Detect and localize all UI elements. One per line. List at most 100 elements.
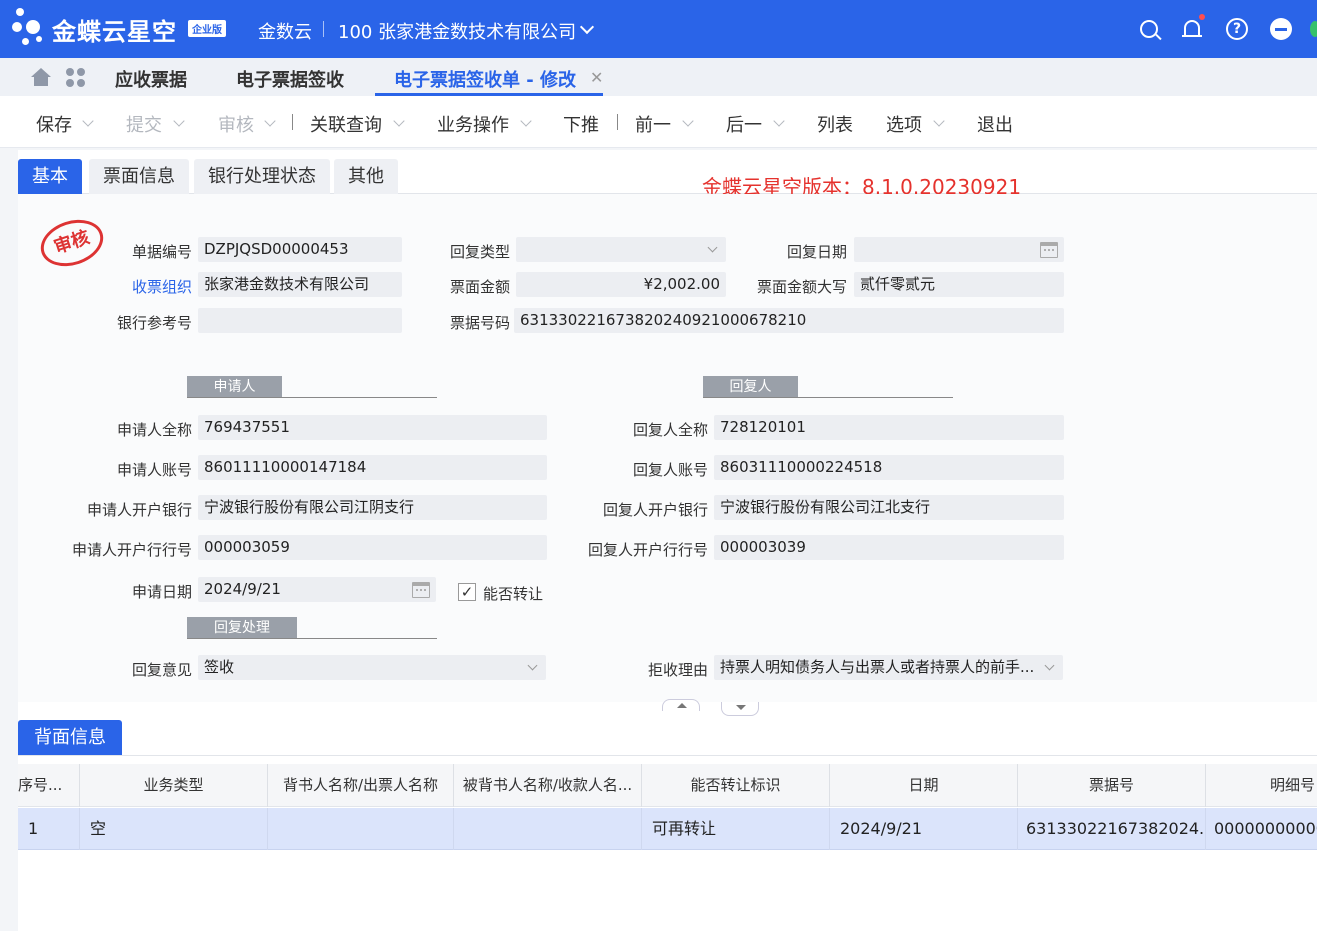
replier-name-label: 回复人全称: [632, 421, 708, 439]
amount-upper-field[interactable]: 贰仟零贰元: [854, 272, 1064, 297]
applicant-bank-no-field[interactable]: 000003059: [198, 535, 547, 560]
table-cell[interactable]: 63133022167382024...: [1018, 808, 1206, 850]
table-cell[interactable]: 00000000000: [1206, 808, 1317, 850]
table-row[interactable]: 1 空 可再转让 2024/9/21 63133022167382024... …: [18, 808, 1317, 850]
chevron-down-icon[interactable]: [773, 115, 785, 127]
reject-reason-label: 拒收理由: [647, 661, 708, 679]
table-cell[interactable]: 2024/9/21: [830, 808, 1018, 850]
replier-bank-label: 回复人开户银行: [602, 501, 708, 519]
column-header[interactable]: 业务类型: [80, 764, 268, 807]
table-cell[interactable]: [268, 808, 454, 850]
table-cell[interactable]: [454, 808, 642, 850]
bank-ref-field[interactable]: [198, 308, 402, 333]
reply-opinion-select[interactable]: 签收: [198, 655, 546, 680]
bill-code-label: 票据号码: [449, 314, 510, 332]
column-header[interactable]: 序号...: [18, 764, 80, 807]
tab-face-info[interactable]: 票面信息: [89, 159, 189, 194]
chevron-down-icon[interactable]: [579, 19, 595, 35]
reply-opinion-label: 回复意见: [131, 661, 192, 679]
replier-account-field[interactable]: 86031110000224518: [714, 455, 1064, 480]
options-button[interactable]: 选项: [886, 111, 922, 137]
applicant-name-field[interactable]: 769437551: [198, 415, 547, 440]
org-field[interactable]: 张家港金数技术有限公司: [198, 272, 402, 297]
chevron-down-icon: [1044, 660, 1055, 671]
reply-date-label: 回复日期: [786, 243, 847, 261]
tab-e-bill-sign[interactable]: 电子票据签收: [236, 66, 344, 92]
column-header[interactable]: 票据号: [1018, 764, 1206, 807]
replier-bank-no-field[interactable]: 000003039: [714, 535, 1064, 560]
bill-code-field[interactable]: 631330221673820240921000678210: [514, 308, 1064, 333]
expand-down-icon[interactable]: [721, 702, 759, 716]
divider: [703, 397, 953, 398]
tab-back-info[interactable]: 背面信息: [18, 720, 122, 756]
tab-basic[interactable]: 基本: [18, 159, 82, 194]
previous-button[interactable]: 前一: [635, 111, 671, 137]
apply-date-label: 申请日期: [131, 583, 192, 601]
chevron-down-icon[interactable]: [933, 115, 945, 127]
reply-date-field[interactable]: [854, 237, 1064, 262]
collapse-up-icon[interactable]: [662, 699, 700, 711]
apps-grid-icon[interactable]: [66, 68, 86, 88]
reject-reason-select[interactable]: 持票人明知债务人与出票人或者持票人的前手...: [714, 655, 1063, 680]
table-cell[interactable]: 1: [18, 808, 80, 850]
reply-type-select[interactable]: [516, 237, 726, 262]
business-operation-button[interactable]: 业务操作: [437, 111, 509, 137]
column-header[interactable]: 被背书人名称/收款人名...: [454, 764, 642, 807]
list-button[interactable]: 列表: [817, 111, 853, 137]
applicant-bank-no-label: 申请人开户行行号: [71, 541, 192, 559]
app-name[interactable]: 金数云: [258, 18, 312, 44]
column-header[interactable]: 背书人名称/出票人名称: [268, 764, 454, 807]
tab-bar: 应收票据 电子票据签收 电子票据签收单 - 修改 ✕: [0, 58, 1317, 96]
tab-e-bill-sign-edit[interactable]: 电子票据签收单 - 修改: [394, 66, 576, 92]
applicant-bank-field[interactable]: 宁波银行股份有限公司江阴支行: [198, 495, 547, 520]
exit-button[interactable]: 退出: [977, 111, 1013, 137]
replier-name-field[interactable]: 728120101: [714, 415, 1064, 440]
tab-bank-status[interactable]: 银行处理状态: [194, 159, 330, 194]
divider: [323, 21, 324, 37]
calendar-icon[interactable]: [1040, 242, 1058, 258]
save-button[interactable]: 保存: [36, 111, 72, 137]
column-header[interactable]: 日期: [830, 764, 1018, 807]
divider: [187, 638, 437, 639]
submit-button[interactable]: 提交: [126, 111, 162, 137]
column-header[interactable]: 能否转让标识: [642, 764, 830, 807]
column-header[interactable]: 明细号: [1206, 764, 1317, 807]
chevron-down-icon[interactable]: [82, 115, 94, 127]
chevron-down-icon[interactable]: [520, 115, 532, 127]
form-subtabs: 基本 票面信息 银行处理状态 其他 金蝶云星空版本：8.1.0.20230921: [18, 159, 1317, 199]
status-icon[interactable]: [1310, 21, 1317, 37]
applicant-account-field[interactable]: 86011110000147184: [198, 455, 547, 480]
transferable-checkbox[interactable]: ✓: [458, 583, 476, 601]
amount-upper-label: 票面金额大写: [756, 278, 847, 296]
amount-field[interactable]: ¥2,002.00: [516, 272, 726, 297]
chevron-down-icon[interactable]: [393, 115, 405, 127]
org-label[interactable]: 收票组织: [98, 276, 192, 297]
related-query-button[interactable]: 关联查询: [310, 111, 382, 137]
table-cell[interactable]: 空: [80, 808, 268, 850]
chevron-down-icon: [707, 242, 718, 253]
tab-other[interactable]: 其他: [334, 159, 398, 194]
close-icon[interactable]: ✕: [590, 68, 603, 87]
table-cell[interactable]: 可再转让: [642, 808, 830, 850]
amount-label: 票面金额: [449, 278, 510, 296]
chevron-down-icon[interactable]: [264, 115, 276, 127]
org-selector[interactable]: 100 张家港金数技术有限公司: [338, 18, 576, 44]
audit-button[interactable]: 审核: [218, 111, 254, 137]
applicant-account-label: 申请人账号: [116, 461, 192, 479]
calendar-icon[interactable]: [412, 582, 430, 598]
help-icon[interactable]: ?: [1226, 18, 1248, 40]
kingdee-logo[interactable]: 金蝶云星空 企业版: [12, 6, 232, 50]
bill-no-field[interactable]: DZPJQSD00000453: [198, 237, 402, 262]
bell-icon[interactable]: [1181, 14, 1205, 40]
tab-receivable-bill[interactable]: 应收票据: [115, 66, 187, 92]
home-icon[interactable]: [30, 68, 52, 86]
user-menu-icon[interactable]: [1270, 18, 1292, 40]
search-icon[interactable]: [1140, 20, 1158, 38]
replier-bank-field[interactable]: 宁波银行股份有限公司江北支行: [714, 495, 1064, 520]
next-button[interactable]: 后一: [726, 111, 762, 137]
chevron-down-icon[interactable]: [682, 115, 694, 127]
logo-mark-icon: [12, 6, 52, 50]
push-down-button[interactable]: 下推: [563, 111, 599, 137]
apply-date-field[interactable]: 2024/9/21: [198, 577, 436, 602]
chevron-down-icon[interactable]: [173, 115, 185, 127]
